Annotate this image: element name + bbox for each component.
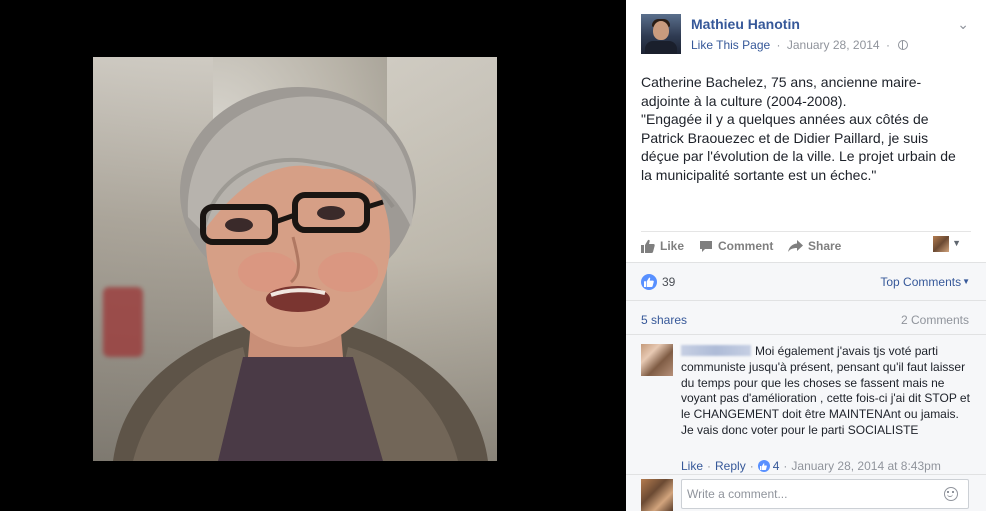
emoji-icon[interactable] <box>944 487 958 501</box>
photo-viewer <box>0 0 626 511</box>
caret-down-icon: ▼ <box>962 277 970 286</box>
comment-text: Moi également j'avais tjs voté parti com… <box>681 344 970 437</box>
avatar-face <box>653 21 669 40</box>
caret-down-icon[interactable]: ▼ <box>952 238 961 248</box>
likes-count: 39 <box>662 275 676 289</box>
post-date[interactable]: January 28, 2014 <box>787 38 880 52</box>
comment-meta: Like · Reply · 4 · January 28, 2014 at 8… <box>681 459 941 473</box>
like-badge-icon <box>641 274 657 290</box>
portrait-woman <box>113 87 488 461</box>
meta-separator: · <box>776 38 781 52</box>
shares-row: 5 shares 2 Comments <box>626 300 986 334</box>
page-name-link[interactable]: Mathieu Hanotin <box>691 16 800 32</box>
comment-button[interactable]: Comment <box>699 239 773 253</box>
comment-label: Comment <box>718 239 774 253</box>
share-arrow-icon <box>788 240 803 252</box>
post-header: Mathieu Hanotin Like This Page · January… <box>641 14 981 58</box>
avatar-suit <box>645 41 677 54</box>
comment-like-count[interactable]: 4 <box>773 459 780 473</box>
shares-link[interactable]: 5 shares <box>641 313 687 327</box>
commenter-name-blurred[interactable] <box>681 345 751 356</box>
post-meta: Like This Page · January 28, 2014 · <box>691 38 909 52</box>
comment-body: Moi également j'avais tjs voté parti com… <box>681 344 971 439</box>
thumbs-up-icon <box>641 239 655 253</box>
viewer-avatar[interactable] <box>933 236 949 252</box>
share-label: Share <box>808 239 842 253</box>
top-comments-label: Top Comments <box>880 275 962 289</box>
post-text: Catherine Bachelez, 75 ans, ancienne mai… <box>641 74 956 183</box>
comment-timestamp[interactable]: January 28, 2014 at 8:43pm <box>791 459 940 473</box>
chevron-down-icon[interactable]: ⌄ <box>957 16 969 33</box>
like-button[interactable]: Like <box>641 239 684 253</box>
globe-icon[interactable] <box>898 40 909 50</box>
like-badge-icon <box>757 460 770 472</box>
share-button[interactable]: Share <box>788 239 841 253</box>
comment-composer <box>626 474 986 511</box>
comment-bubble-icon <box>700 240 712 252</box>
likes-summary[interactable]: 39 <box>641 274 675 290</box>
post-actions: Like Comment Share ▼ <box>641 231 971 261</box>
comment-reply-link[interactable]: Reply <box>715 459 746 473</box>
meta-separator: · <box>783 459 788 473</box>
commenter-avatar[interactable] <box>641 344 673 376</box>
comment-input[interactable] <box>681 479 969 509</box>
like-label: Like <box>660 239 685 253</box>
comments-count[interactable]: 2 Comments <box>901 313 969 327</box>
feedback-section: 39 Top Comments▼ 5 shares 2 Comments Moi… <box>626 262 986 511</box>
like-page-link[interactable]: Like This Page <box>691 38 770 52</box>
viewer-avatar[interactable] <box>641 479 673 511</box>
post-photo[interactable] <box>93 57 497 461</box>
meta-separator: · <box>749 459 754 473</box>
post-panel: Mathieu Hanotin Like This Page · January… <box>626 0 986 511</box>
comment-like-link[interactable]: Like <box>681 459 703 473</box>
meta-separator: · <box>885 38 890 52</box>
comment-item: Moi également j'avais tjs voté parti com… <box>626 334 986 474</box>
meta-separator: · <box>707 459 712 473</box>
top-comments-dropdown[interactable]: Top Comments▼ <box>880 275 970 289</box>
page-avatar[interactable] <box>641 14 681 54</box>
